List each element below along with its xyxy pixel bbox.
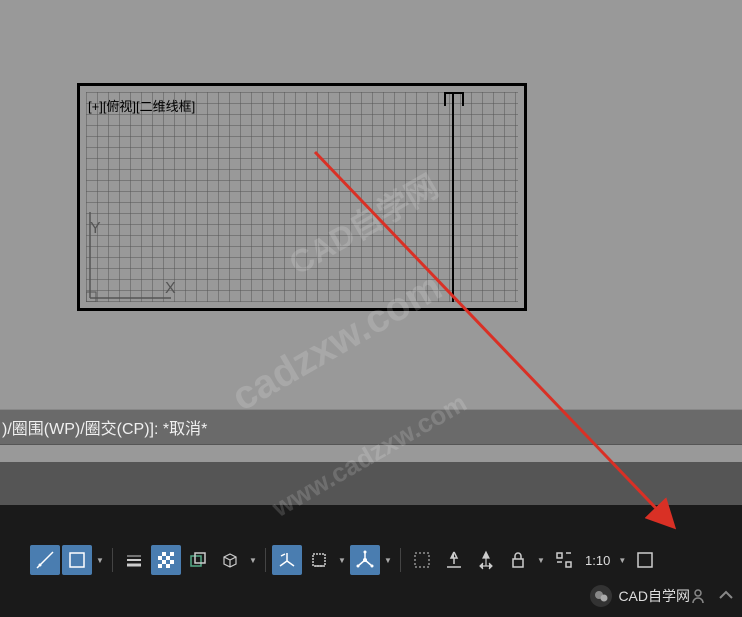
gizmo-button[interactable] bbox=[350, 545, 380, 575]
viewport-corner-mark bbox=[444, 92, 464, 106]
quick-props-button[interactable] bbox=[549, 545, 579, 575]
lineweight-button[interactable] bbox=[119, 545, 149, 575]
wechat-icon bbox=[590, 585, 612, 607]
lock-ui-button[interactable] bbox=[503, 545, 533, 575]
scale-dropdown[interactable]: ▼ bbox=[616, 545, 628, 575]
selection-filter-button[interactable] bbox=[304, 545, 334, 575]
autoscale-button[interactable] bbox=[439, 545, 469, 575]
viewport-controls-label[interactable]: [+][俯视][二维线框] bbox=[88, 96, 195, 115]
osnap-button[interactable] bbox=[62, 545, 92, 575]
separator bbox=[112, 548, 113, 572]
viewport-max-button[interactable] bbox=[630, 545, 660, 575]
separator bbox=[400, 548, 401, 572]
polar-tracking-button[interactable] bbox=[30, 545, 60, 575]
ucs-icon bbox=[86, 202, 176, 302]
separator bbox=[265, 548, 266, 572]
wechat-label: CAD自学网 bbox=[618, 586, 690, 606]
annotation-visibility-button[interactable] bbox=[407, 545, 437, 575]
osnap-dropdown[interactable]: ▼ bbox=[94, 545, 106, 575]
drawn-line bbox=[452, 92, 454, 302]
annotation-scale-button[interactable] bbox=[471, 545, 501, 575]
drawing-canvas[interactable]: [+][俯视][二维线框] Y X bbox=[0, 0, 742, 462]
3d-osnap-dropdown[interactable]: ▼ bbox=[247, 545, 259, 575]
dyn-ucs-button[interactable] bbox=[272, 545, 302, 575]
command-line[interactable]: )/圈围(WP)/圈交(CP)]: *取消* bbox=[0, 409, 742, 445]
3d-osnap-button[interactable] bbox=[215, 545, 245, 575]
viewport-frame[interactable]: [+][俯视][二维线框] Y X bbox=[77, 83, 527, 311]
gizmo-dropdown[interactable]: ▼ bbox=[382, 545, 394, 575]
selection-cycling-button[interactable] bbox=[183, 545, 213, 575]
ucs-x-label: X bbox=[165, 280, 176, 298]
filter-dropdown[interactable]: ▼ bbox=[336, 545, 348, 575]
status-bar: ▼ ▼ ▼ ▼ bbox=[0, 538, 742, 617]
scale-display[interactable]: 1:10 bbox=[581, 553, 614, 568]
expand-icon[interactable] bbox=[718, 589, 734, 603]
wechat-watermark: CAD自学网 bbox=[590, 585, 734, 607]
transparency-button[interactable] bbox=[151, 545, 181, 575]
ucs-y-label: Y bbox=[90, 220, 101, 238]
user-icon bbox=[692, 588, 712, 604]
lock-dropdown[interactable]: ▼ bbox=[535, 545, 547, 575]
command-text: )/圈围(WP)/圈交(CP)]: *取消* bbox=[2, 415, 207, 439]
